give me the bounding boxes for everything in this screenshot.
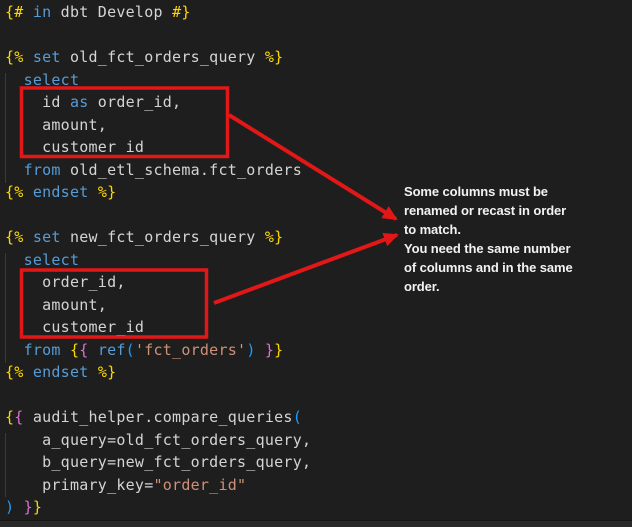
code-token: select: [24, 71, 80, 89]
code-token: {%: [5, 228, 24, 246]
code-line[interactable]: select: [0, 69, 632, 92]
code-token: amount,: [5, 296, 107, 314]
code-line[interactable]: amount,: [0, 294, 632, 317]
code-line[interactable]: b_query=new_fct_orders_query,: [0, 451, 632, 474]
code-token: ref: [98, 341, 126, 359]
code-line[interactable]: customer_id: [0, 316, 632, 339]
annotation-line: Some columns must be: [404, 182, 604, 201]
code-line[interactable]: {% set old_fct_orders_query %}: [0, 46, 632, 69]
code-line[interactable]: from {{ ref('fct_orders') }}: [0, 339, 632, 362]
code-token: }: [274, 341, 283, 359]
code-token: [5, 251, 24, 269]
code-token: audit_helper.compare_queries: [24, 408, 293, 426]
code-token: [89, 183, 98, 201]
code-token: %}: [265, 48, 284, 66]
code-token: as: [70, 93, 89, 111]
code-line[interactable]: [0, 384, 632, 407]
annotation-line: to match.: [404, 220, 604, 239]
code-token: [14, 498, 23, 516]
code-line[interactable]: {% endset %}: [0, 361, 632, 384]
code-token: ): [246, 341, 255, 359]
code-token: in: [33, 3, 52, 21]
code-token: {: [70, 341, 79, 359]
code-token: [256, 341, 265, 359]
code-line[interactable]: amount,: [0, 114, 632, 137]
code-token: (: [126, 341, 135, 359]
code-token: set: [33, 228, 61, 246]
code-token: from: [24, 341, 61, 359]
code-token: }: [24, 498, 33, 516]
code-token: a_query=old_fct_orders_query,: [5, 431, 311, 449]
code-token: id: [5, 93, 70, 111]
code-token: {: [79, 341, 88, 359]
code-line[interactable]: customer_id: [0, 136, 632, 159]
code-token: #}: [172, 3, 191, 21]
code-token: %}: [265, 228, 284, 246]
code-token: endset: [33, 183, 89, 201]
code-token: dbt Develop: [51, 3, 172, 21]
code-token: select: [24, 251, 80, 269]
dbt-develop-editor: {# in dbt Develop #} {% set old_fct_order…: [0, 0, 632, 527]
code-token: b_query=new_fct_orders_query,: [5, 453, 311, 471]
code-line[interactable]: id as order_id,: [0, 91, 632, 114]
annotation-line: renamed or recast in order: [404, 201, 604, 220]
code-token: primary_key=: [5, 476, 154, 494]
code-token: old_fct_orders_query: [61, 48, 265, 66]
code-token: [24, 3, 33, 21]
code-line[interactable]: from old_etl_schema.fct_orders: [0, 159, 632, 182]
code-token: [24, 228, 33, 246]
code-token: customer_id: [5, 318, 144, 336]
code-token: {#: [5, 3, 24, 21]
code-line[interactable]: {{ audit_helper.compare_queries(: [0, 406, 632, 429]
code-token: [61, 341, 70, 359]
code-token: endset: [33, 363, 89, 381]
code-line[interactable]: [0, 24, 632, 47]
code-line[interactable]: a_query=old_fct_orders_query,: [0, 429, 632, 452]
code-line[interactable]: {# in dbt Develop #}: [0, 1, 632, 24]
code-token: {%: [5, 48, 24, 66]
code-line[interactable]: ) }}: [0, 496, 632, 519]
code-token: %}: [98, 363, 117, 381]
code-token: [89, 341, 98, 359]
annotation-line: You need the same number: [404, 239, 604, 258]
code-token: ): [5, 498, 14, 516]
annotation-line: of columns and in the same: [404, 258, 604, 277]
code-token: amount,: [5, 116, 107, 134]
annotation-line: order.: [404, 277, 604, 296]
annotation-note: Some columns must berenamed or recast in…: [404, 182, 604, 296]
code-token: [24, 48, 33, 66]
code-token: customer_id: [5, 138, 144, 156]
code-token: [89, 363, 98, 381]
code-token: "order_id": [154, 476, 247, 494]
indent-guide: [5, 433, 6, 497]
code-token: {: [14, 408, 23, 426]
code-token: from: [24, 161, 61, 179]
code-token: order_id,: [5, 273, 126, 291]
code-token: [24, 183, 33, 201]
code-token: {: [5, 408, 14, 426]
code-token: new_fct_orders_query: [61, 228, 265, 246]
code-token: 'fct_orders': [135, 341, 246, 359]
code-token: [5, 341, 24, 359]
indent-guide: [5, 73, 6, 183]
code-token: {%: [5, 363, 24, 381]
code-token: }: [33, 498, 42, 516]
indent-guide: [5, 253, 6, 363]
code-line[interactable]: primary_key="order_id": [0, 474, 632, 497]
code-token: {%: [5, 183, 24, 201]
code-token: [24, 363, 33, 381]
horizontal-scrollbar-track[interactable]: [0, 520, 632, 527]
code-token: old_etl_schema.fct_orders: [61, 161, 302, 179]
code-token: order_id,: [89, 93, 182, 111]
code-token: %}: [98, 183, 117, 201]
code-token: }: [265, 341, 274, 359]
code-token: set: [33, 48, 61, 66]
code-token: [5, 161, 24, 179]
code-token: [5, 71, 24, 89]
code-token: (: [293, 408, 302, 426]
